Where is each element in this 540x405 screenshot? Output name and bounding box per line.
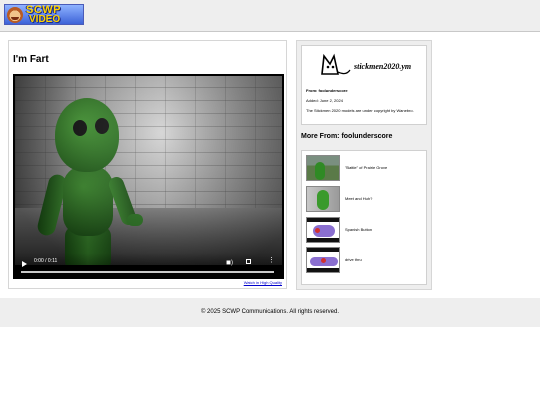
- video-thumbnail[interactable]: [306, 155, 340, 181]
- video-thumbnail[interactable]: [306, 217, 340, 243]
- list-item[interactable]: drive thru: [306, 247, 424, 273]
- list-item-title[interactable]: Spanish Button: [345, 227, 372, 232]
- video-controls: 0:00 / 0:11 ◼) ⋮: [13, 253, 284, 279]
- high-quality-link[interactable]: Watch in High Quality: [244, 280, 282, 285]
- list-item[interactable]: "Battle" of Prairie Grove: [306, 155, 424, 181]
- more-from-heading: More From: foolunderscore: [301, 133, 393, 140]
- sidebar: stickmen2020.ym From: foolunderscore Add…: [296, 40, 432, 290]
- upload-date: Added: June 2, 2024: [306, 98, 343, 103]
- volume-icon[interactable]: ◼): [226, 259, 233, 266]
- video-title: I'm Fart: [13, 54, 49, 65]
- video-thumbnail[interactable]: [306, 186, 340, 212]
- fullscreen-icon[interactable]: [246, 259, 251, 264]
- uploader-info: stickmen2020.ym From: foolunderscore Add…: [301, 45, 427, 125]
- site-logo[interactable]: SCWP VIDEO: [4, 4, 84, 25]
- video-player[interactable]: 0:00 / 0:11 ◼) ⋮: [13, 74, 284, 279]
- list-item-title[interactable]: Meet and Huh?: [345, 196, 372, 201]
- logo-subtext: VIDEO: [29, 14, 61, 25]
- video-panel: I'm Fart 0:00 / 0:11 ◼) ⋮ Watch in High …: [8, 40, 287, 289]
- list-item-title[interactable]: drive thru: [345, 257, 362, 262]
- uploader-name: From: foolunderscore: [306, 88, 348, 93]
- svg-text:stickmen2020.ym: stickmen2020.ym: [353, 62, 411, 71]
- top-bar: SCWP VIDEO: [0, 0, 540, 32]
- video-frame: [15, 76, 282, 265]
- copyright-note: The Stickmen 2020 models are under copyr…: [306, 108, 414, 113]
- related-videos-list: "Battle" of Prairie Grove Meet and Huh? …: [301, 150, 427, 285]
- footer: © 2025 SCWP Communications. All rights r…: [0, 298, 540, 327]
- video-time: 0:00 / 0:11: [34, 258, 58, 264]
- logo-face-icon: [7, 7, 23, 23]
- list-item-title[interactable]: "Battle" of Prairie Grove: [345, 165, 387, 170]
- list-item[interactable]: Spanish Button: [306, 217, 424, 243]
- stickmen-banner-logo: stickmen2020.ym: [321, 53, 411, 75]
- video-thumbnail[interactable]: [306, 247, 340, 273]
- more-options-icon[interactable]: ⋮: [268, 257, 275, 264]
- video-progress-bar[interactable]: [21, 271, 274, 273]
- play-icon[interactable]: [22, 261, 27, 267]
- footer-text: © 2025 SCWP Communications. All rights r…: [200, 309, 340, 315]
- list-item[interactable]: Meet and Huh?: [306, 186, 424, 212]
